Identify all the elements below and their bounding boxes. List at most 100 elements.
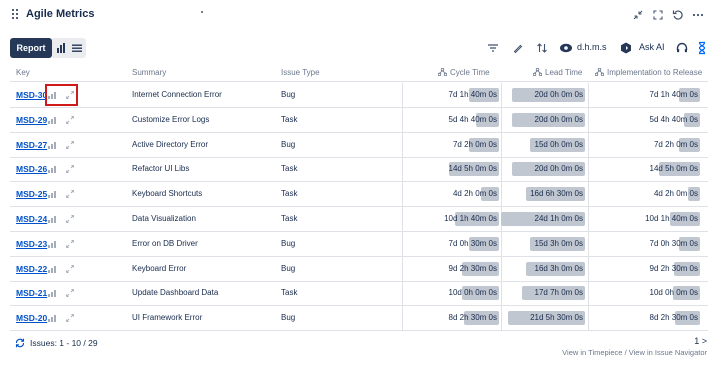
metrics-bars-icon[interactable] — [48, 289, 57, 298]
cycle-time-value: 10d 1h 40m 0s — [444, 214, 497, 223]
list-view-icon[interactable] — [71, 42, 83, 54]
summary-cell: UI Framework Error — [132, 313, 203, 323]
metrics-bars-icon[interactable] — [48, 165, 57, 174]
issue-key-link[interactable]: MSD-25 — [16, 182, 47, 206]
column-header-lead-time[interactable]: Lead Time — [533, 68, 582, 77]
table-header: Key Summary Issue Type Cycle Time Lead T… — [10, 64, 708, 82]
column-divider — [588, 107, 589, 132]
drag-handle-icon[interactable] — [12, 9, 20, 21]
implementation-to-release-value: 7d 1h 40m 0s — [649, 90, 698, 99]
lead-time-cell: 20d 0h 0m 0s — [501, 88, 585, 102]
expand-icon[interactable] — [65, 313, 75, 323]
column-divider — [402, 281, 403, 306]
expand-icon[interactable] — [65, 115, 75, 125]
issue-key-link[interactable]: MSD-29 — [16, 108, 47, 132]
implementation-to-release-cell: 10d 1h 40m 0s — [604, 212, 700, 226]
expand-icon[interactable] — [65, 164, 75, 174]
column-divider — [588, 281, 589, 306]
expand-icon[interactable] — [65, 239, 75, 249]
collapse-icon[interactable] — [631, 8, 645, 22]
column-divider — [588, 306, 589, 331]
column-divider — [402, 231, 403, 256]
eye-icon[interactable] — [558, 40, 574, 56]
lead-time-cell: 21d 5h 30m 0s — [501, 311, 585, 326]
cycle-time-cell: 9d 2h 30m 0s — [411, 261, 499, 276]
column-divider — [588, 157, 589, 182]
issue-key-link[interactable]: MSD-20 — [16, 306, 47, 330]
time-format-label[interactable]: d.h.m.s — [577, 42, 607, 52]
expand-icon[interactable] — [65, 140, 75, 150]
column-header-summary[interactable]: Summary — [132, 68, 166, 77]
issue-key-link[interactable]: MSD-26 — [16, 157, 47, 181]
cycle-time-value: 10d 0h 0m 0s — [448, 288, 497, 298]
expand-icon[interactable] — [65, 264, 75, 274]
filter-icon[interactable] — [485, 40, 501, 56]
table-row[interactable]: MSD-21 Update Dashboard Data Task 10d 0h 0m… — [10, 281, 708, 307]
lead-time-cell: 20d 0h 0m 0s — [501, 112, 585, 127]
expand-icon[interactable] — [65, 288, 75, 298]
issue-key-link[interactable]: MSD-21 — [16, 281, 47, 305]
view-in-issue-navigator-link[interactable]: View in Issue Navigator — [629, 348, 707, 357]
issue-key-link[interactable]: MSD-27 — [16, 133, 47, 157]
chart-view-icon[interactable] — [55, 42, 67, 54]
table-row[interactable]: MSD-23 Error on DB Driver Bug 7d 0h 30m 0s 1… — [10, 231, 708, 257]
ai-icon[interactable] — [618, 40, 634, 56]
more-icon[interactable] — [691, 8, 705, 22]
table-row[interactable]: MSD-25 Keyboard Shortcuts Task 4d 2h 0m 0s 1… — [10, 182, 708, 208]
metrics-bars-icon[interactable] — [48, 116, 57, 124]
headset-icon[interactable] — [674, 40, 690, 56]
report-button[interactable]: Report — [10, 38, 52, 58]
metrics-bars-icon[interactable] — [48, 215, 57, 223]
metrics-bars-icon[interactable] — [48, 314, 57, 323]
issue-key-link[interactable]: MSD-23 — [16, 232, 47, 256]
column-header-implementation-to-release[interactable]: Implementation to Release — [595, 68, 702, 77]
pagination-next[interactable]: 1 > — [694, 336, 707, 346]
issue-key-link[interactable]: MSD-22 — [16, 257, 47, 281]
table-row[interactable]: MSD-30 Internet Connection Error Bug 7d 1h … — [10, 83, 708, 108]
column-divider — [588, 132, 589, 157]
pen-icon[interactable] — [510, 40, 526, 56]
lead-time-cell: 16d 3h 0m 0s — [501, 261, 585, 276]
metrics-bars-icon[interactable] — [48, 240, 57, 248]
view-in-timepiece-link[interactable]: View in Timepiece — [562, 348, 622, 357]
issue-key-link[interactable]: MSD-30 — [16, 83, 47, 107]
decorative-dot — [201, 11, 203, 13]
lead-time-cell: 15d 0h 0m 0s — [501, 137, 585, 152]
implementation-to-release-cell: 10d 0h 0m 0s — [604, 286, 700, 301]
reload-icon[interactable] — [14, 337, 26, 349]
expand-icon[interactable] — [65, 214, 75, 224]
implementation-to-release-cell: 9d 2h 30m 0s — [604, 261, 700, 276]
implementation-to-release-cell: 8d 2h 30m 0s — [604, 311, 700, 326]
fullscreen-icon[interactable] — [651, 8, 665, 22]
cycle-time-cell: 10d 0h 0m 0s — [411, 286, 499, 301]
hourglass-icon[interactable] — [694, 40, 710, 56]
implementation-to-release-value: 8d 2h 30m 0s — [649, 313, 698, 323]
cycle-time-value: 7d 2h 0m 0s — [452, 139, 497, 149]
issue-type-cell: Task — [281, 164, 298, 174]
expand-icon[interactable] — [65, 189, 75, 199]
column-header-cycle-time[interactable]: Cycle Time — [438, 68, 490, 77]
cycle-time-value: 5d 4h 40m 0s — [448, 114, 497, 124]
refresh-icon[interactable] — [671, 8, 685, 22]
sort-icon[interactable] — [534, 40, 550, 56]
table-row[interactable]: MSD-22 Keyboard Error Bug 9d 2h 30m 0s 16d 3… — [10, 256, 708, 282]
table-row[interactable]: MSD-27 Active Directory Error Bug 7d 2h 0m … — [10, 132, 708, 158]
column-header-issue-type[interactable]: Issue Type — [281, 68, 320, 77]
implementation-to-release-cell: 7d 1h 40m 0s — [604, 88, 700, 102]
ask-ai-button[interactable]: Ask AI — [639, 42, 665, 52]
issue-key-link[interactable]: MSD-24 — [16, 207, 47, 231]
link-separator: / — [624, 348, 627, 357]
table-row[interactable]: MSD-29 Customize Error Logs Task 5d 4h 40m … — [10, 107, 708, 133]
table-row[interactable]: MSD-20 UI Framework Error Bug 8d 2h 30m 0s 2… — [10, 306, 708, 332]
lead-time-cell: 17d 7h 0m 0s — [501, 286, 585, 301]
table-row[interactable]: MSD-26 Refactor UI Libs Task 14d 5h 0m 0s 20… — [10, 157, 708, 183]
metrics-bars-icon[interactable] — [48, 190, 57, 199]
column-header-key[interactable]: Key — [16, 68, 30, 77]
metrics-bars-icon[interactable] — [48, 265, 57, 273]
metrics-bars-icon[interactable] — [48, 141, 57, 149]
cycle-time-value: 14d 5h 0m 0s — [448, 164, 497, 174]
column-divider — [402, 107, 403, 132]
implementation-to-release-cell: 7d 2h 0m 0s — [604, 137, 700, 152]
table-row[interactable]: MSD-24 Data Visualization Task 10d 1h 40m 0… — [10, 207, 708, 232]
hierarchy-icon — [438, 68, 447, 76]
